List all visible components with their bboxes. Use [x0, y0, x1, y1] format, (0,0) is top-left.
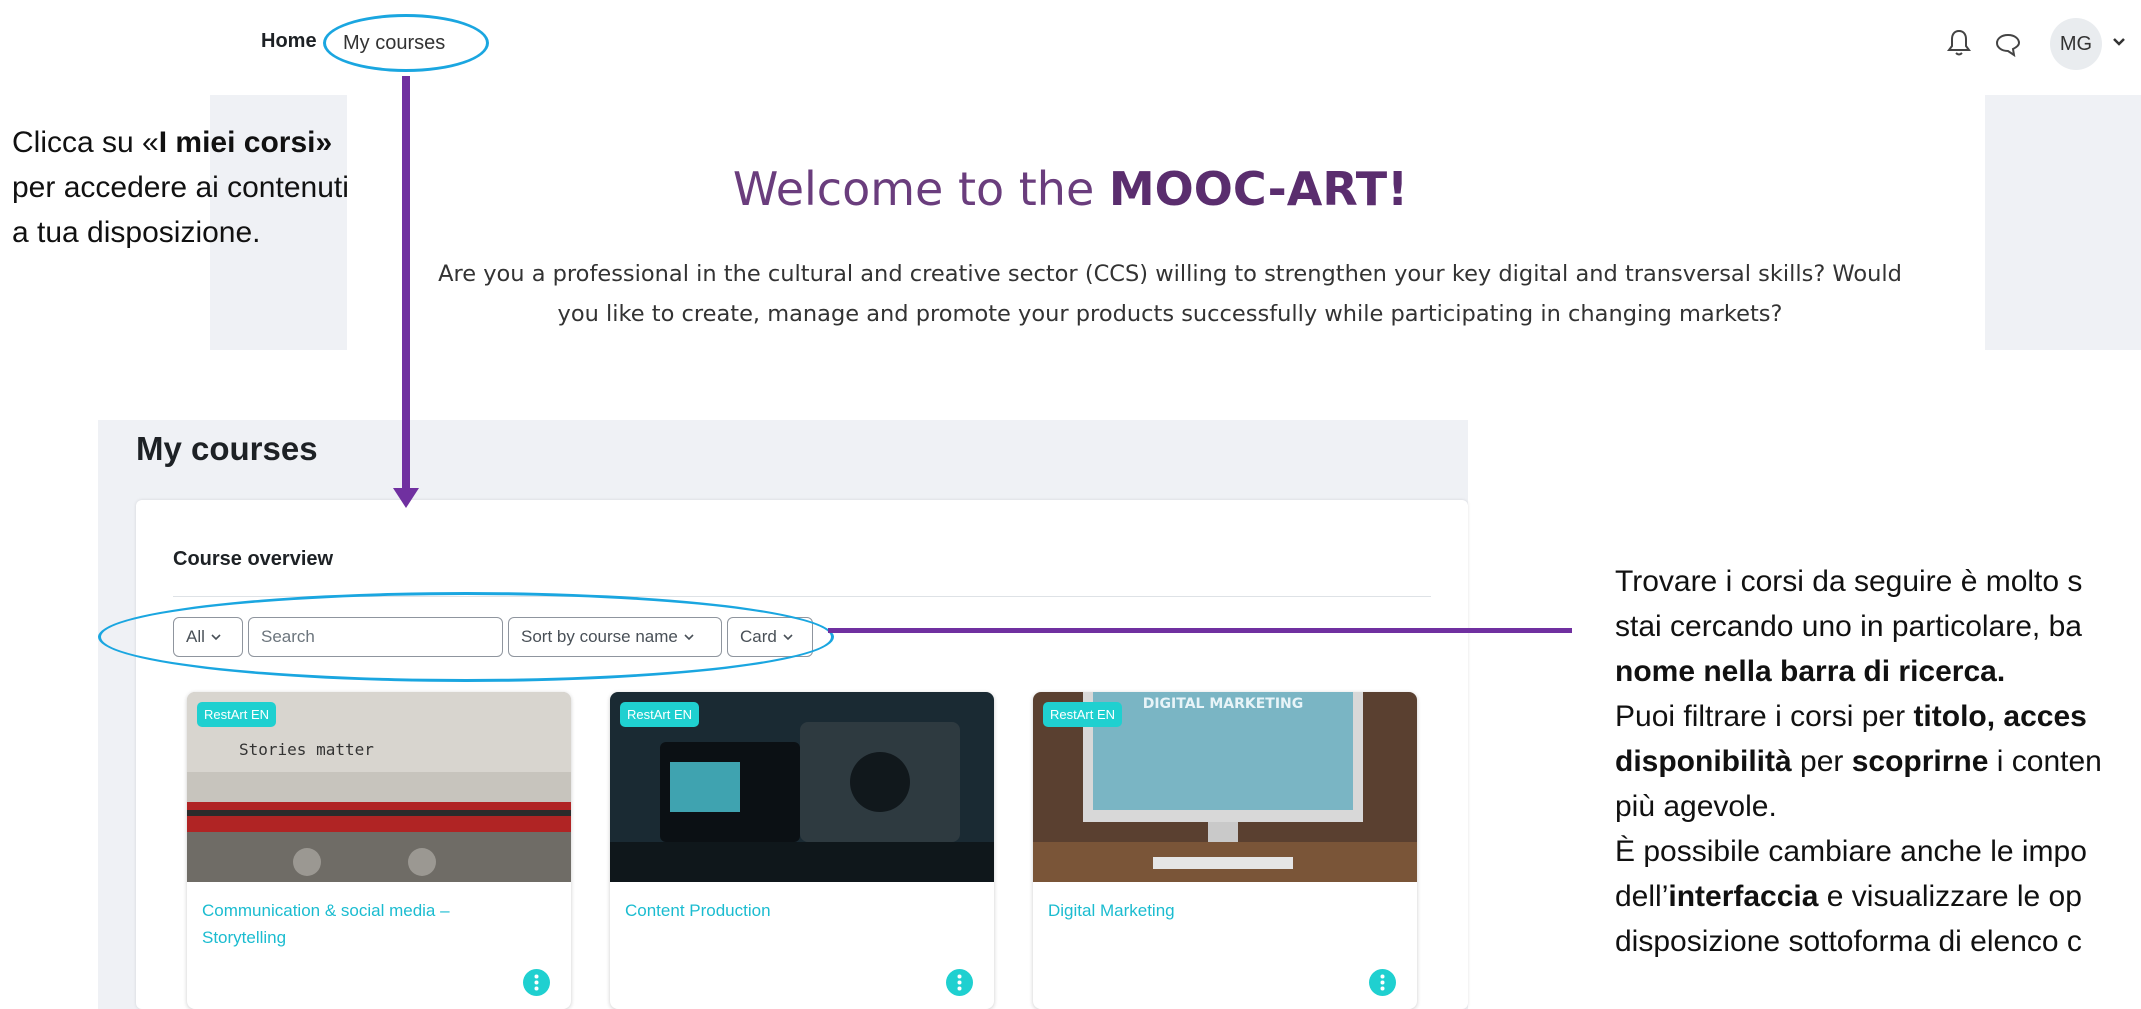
course-image-text: Stories matter — [239, 740, 374, 759]
chat-icon[interactable] — [1994, 30, 2022, 58]
annotation-line: disposizione sottoforma di elenco c — [1615, 925, 2082, 958]
annotation-line: stai cercando uno in particolare, ba — [1615, 610, 2082, 643]
course-overview-title: Course overview — [173, 548, 334, 570]
welcome-intro: Are you a professional in the cultural a… — [395, 254, 1945, 334]
annotation-right: Trovare i corsi da seguire è molto s sta… — [1615, 559, 2141, 964]
nav-home-link[interactable]: Home — [261, 30, 317, 53]
page-title: My courses — [136, 430, 318, 467]
my-courses-highlight-ellipse — [323, 14, 489, 72]
info-icon[interactable] — [946, 969, 973, 996]
annotation-line: disponibilità per scoprirne i conten — [1615, 745, 2102, 778]
intro-line-1: Are you a professional in the cultural a… — [438, 261, 1902, 287]
banner-side-right — [1985, 95, 2141, 350]
info-icon[interactable] — [1369, 969, 1396, 996]
info-icon[interactable] — [523, 969, 550, 996]
course-category-badge: RestArt EN — [197, 702, 277, 727]
user-avatar[interactable]: MG — [2050, 18, 2102, 70]
course-card[interactable]: RestArt EN Content Production — [610, 692, 994, 1009]
course-name-link[interactable]: Content Production — [625, 897, 955, 924]
filters-highlight-ellipse — [98, 592, 834, 682]
annotation-line: più agevole. — [1615, 790, 1777, 823]
course-name-link[interactable]: Communication & social media – Storytell… — [202, 897, 532, 951]
course-category-badge: RestArt EN — [1043, 702, 1123, 727]
intro-line-2: you like to create, manage and promote y… — [557, 301, 1783, 327]
course-card[interactable]: Stories matter RestArt EN Communication … — [187, 692, 571, 1009]
annotation-left: Clicca su «I miei corsi» per accedere ai… — [12, 126, 349, 249]
arrow-down — [402, 76, 410, 496]
course-name-link[interactable]: Digital Marketing — [1048, 897, 1378, 924]
bell-icon[interactable] — [1946, 28, 1972, 58]
course-card[interactable]: DIGITAL MARKETING RestArt EN Digital Mar… — [1033, 692, 1417, 1009]
annotation-line: dell’interfaccia e visualizzare le op — [1615, 880, 2082, 913]
annotation-line: nome nella barra di ricerca. — [1615, 655, 2006, 688]
chevron-down-icon[interactable] — [2110, 30, 2128, 54]
course-category-badge: RestArt EN — [620, 702, 700, 727]
annotation-line: Puoi filtrare i corsi per titolo, acces — [1615, 700, 2087, 733]
annotation-line: È possibile cambiare anche le impo — [1615, 835, 2087, 868]
annotation-line: Trovare i corsi da seguire è molto s — [1615, 565, 2083, 598]
course-image-text: DIGITAL MARKETING — [1143, 696, 1304, 712]
arrow-head — [393, 488, 419, 508]
connector-line — [828, 628, 1572, 633]
